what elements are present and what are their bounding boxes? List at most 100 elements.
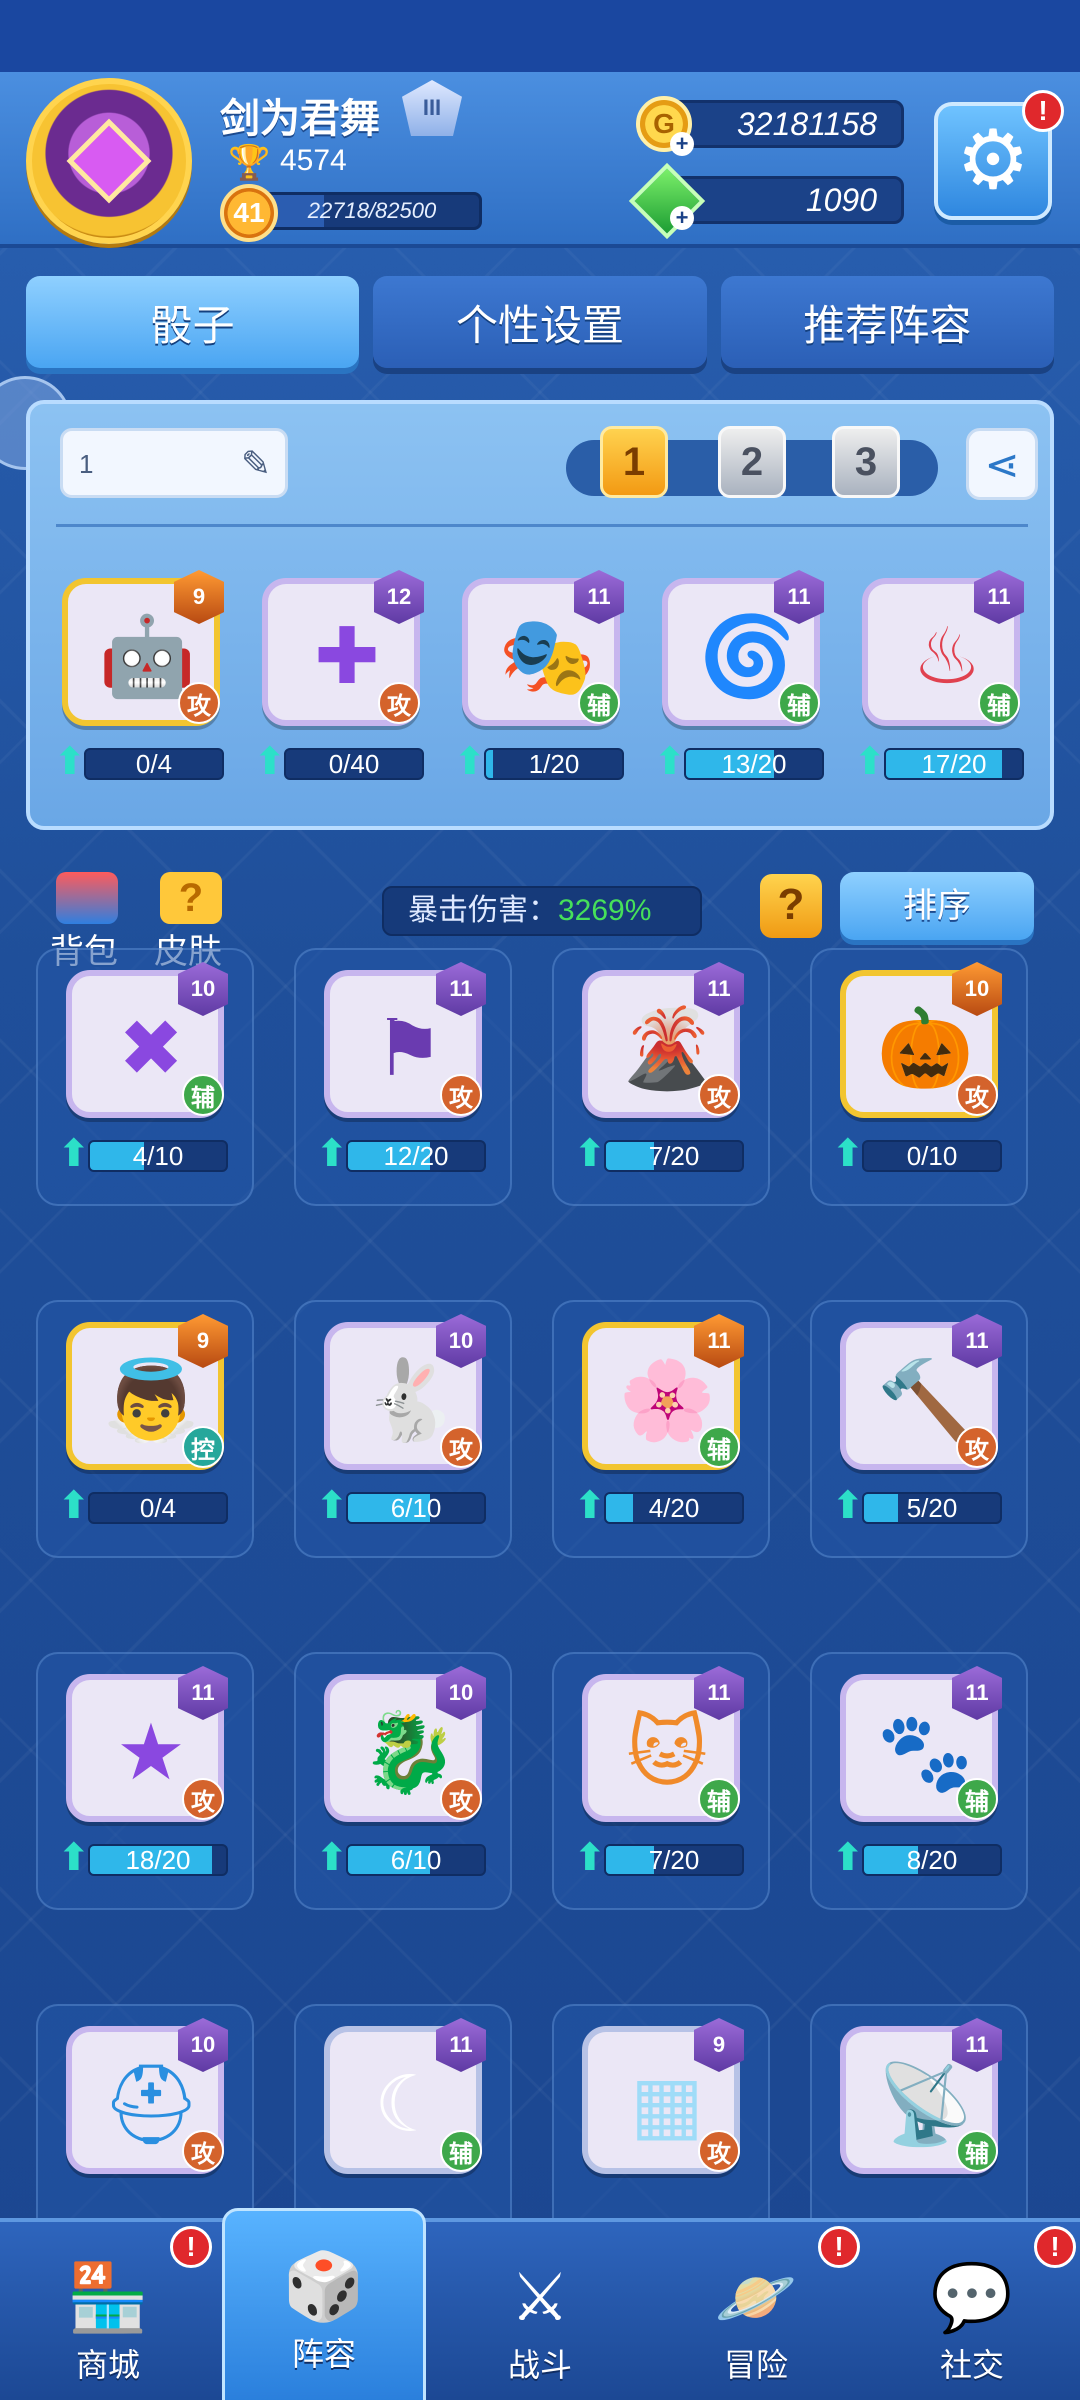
dice-card[interactable]: 🐇 10 攻 6/10 ⬆ bbox=[316, 1314, 490, 1528]
dice-type-badge: 辅 bbox=[440, 2130, 482, 2172]
upgrade-arrow-icon: ⬆ bbox=[574, 1837, 606, 1879]
dice-card[interactable]: ✚ 12 攻 0/40 ⬆ bbox=[254, 570, 428, 784]
tab-recommended-lineup[interactable]: 推荐阵容 bbox=[720, 276, 1054, 368]
dice-card[interactable]: 📡 11 辅 bbox=[832, 2018, 1006, 2232]
dice-card[interactable]: ♨ 11 辅 17/20 ⬆ bbox=[854, 570, 1028, 784]
upgrade-progress: 1/20 ⬆ bbox=[454, 741, 628, 783]
upgrade-arrow-icon: ⬆ bbox=[316, 1485, 348, 1527]
upgrade-count: 7/20 bbox=[648, 1845, 700, 1875]
nav-shop[interactable]: 🏪 商城! bbox=[0, 2222, 216, 2400]
upgrade-progress: 4/10 ⬆ bbox=[58, 1133, 232, 1175]
crit-damage-value: 3269% bbox=[558, 894, 652, 927]
trophy-count: 4574 bbox=[280, 144, 347, 177]
deck-slot-3[interactable]: 3 bbox=[832, 426, 900, 498]
dice-type-badge: 辅 bbox=[578, 682, 620, 724]
dice-card[interactable]: ⛑ 10 攻 bbox=[58, 2018, 232, 2232]
gold-counter[interactable]: 32181158 bbox=[664, 100, 904, 148]
dice-type-badge: 攻 bbox=[440, 1778, 482, 1820]
dice-card[interactable]: ✖ 10 辅 4/10 ⬆ bbox=[58, 962, 232, 1176]
upgrade-progress: 8/20 ⬆ bbox=[832, 1837, 1006, 1879]
dice-card[interactable]: 🔨 11 攻 5/20 ⬆ bbox=[832, 1314, 1006, 1528]
dice-type-badge: 攻 bbox=[956, 1426, 998, 1468]
nav-chat[interactable]: 💬 社交! bbox=[864, 2222, 1080, 2400]
dice-card[interactable]: ★ 11 攻 18/20 ⬆ bbox=[58, 1666, 232, 1880]
upgrade-progress: 0/10 ⬆ bbox=[832, 1133, 1006, 1175]
dice-icon: 🎲 bbox=[282, 2249, 366, 2323]
player-level-badge: 41 bbox=[220, 184, 278, 242]
share-deck-button[interactable]: ⋖ bbox=[966, 428, 1038, 500]
upgrade-count: 0/4 bbox=[139, 1493, 177, 1523]
help-button[interactable]: ? bbox=[760, 874, 822, 938]
player-name: 剑为君舞 bbox=[220, 97, 380, 141]
dice-type-badge: 辅 bbox=[698, 1426, 740, 1468]
upgrade-bar: 5/20 bbox=[862, 1492, 1002, 1524]
dice-card[interactable]: ⚑ 11 攻 12/20 ⬆ bbox=[316, 962, 490, 1176]
tab-dice[interactable]: 骰子 bbox=[26, 276, 360, 368]
nav-alert-badge: ! bbox=[170, 2226, 212, 2268]
dice-card[interactable]: 🐾 11 辅 8/20 ⬆ bbox=[832, 1666, 1006, 1880]
upgrade-arrow-icon: ⬆ bbox=[254, 741, 286, 783]
upgrade-count: 0/40 bbox=[328, 749, 380, 779]
planet-icon: 🪐 bbox=[714, 2260, 798, 2334]
player-avatar[interactable] bbox=[26, 78, 192, 244]
dice-type-badge: 攻 bbox=[182, 2130, 224, 2172]
upgrade-progress: 7/20 ⬆ bbox=[574, 1837, 748, 1879]
upgrade-count: 8/20 bbox=[906, 1845, 958, 1875]
dice-card[interactable]: 🌋 11 攻 7/20 ⬆ bbox=[574, 962, 748, 1176]
nav-label: 战斗 bbox=[507, 2347, 572, 2383]
dice-type-badge: 攻 bbox=[182, 1778, 224, 1820]
edit-pencil-icon[interactable]: ✎ bbox=[241, 443, 271, 485]
dice-type-badge: 控 bbox=[182, 1426, 224, 1468]
deck-slot-1[interactable]: 1 bbox=[600, 426, 668, 498]
dice-card[interactable]: 🌀 11 辅 13/20 ⬆ bbox=[654, 570, 828, 784]
upgrade-bar: 8/20 bbox=[862, 1844, 1002, 1876]
upgrade-progress: 6/10 ⬆ bbox=[316, 1485, 490, 1527]
deck-name-field[interactable]: 1 ✎ bbox=[60, 428, 288, 498]
upgrade-arrow-icon: ⬆ bbox=[654, 741, 686, 783]
dice-card[interactable]: 👼 9 控 0/4 ⬆ bbox=[58, 1314, 232, 1528]
upgrade-progress: 0/4 ⬆ bbox=[54, 741, 228, 783]
upgrade-bar: 17/20 bbox=[884, 748, 1024, 780]
upgrade-progress: 18/20 ⬆ bbox=[58, 1837, 232, 1879]
dice-card[interactable]: ▦ 9 攻 bbox=[574, 2018, 748, 2232]
dice-card[interactable]: 🎃 10 攻 0/10 ⬆ bbox=[832, 962, 1006, 1176]
upgrade-arrow-icon: ⬆ bbox=[832, 1485, 864, 1527]
add-gold-icon[interactable]: + bbox=[670, 132, 694, 156]
add-gems-icon[interactable]: + bbox=[670, 206, 694, 230]
settings-alert-badge: ! bbox=[1022, 90, 1064, 132]
tab-customize[interactable]: 个性设置 bbox=[373, 276, 707, 368]
nav-planet[interactable]: 🪐 冒险! bbox=[648, 2222, 864, 2400]
crown-gem-icon bbox=[66, 118, 152, 204]
dice-card[interactable]: 🐉 10 攻 6/10 ⬆ bbox=[316, 1666, 490, 1880]
dice-card[interactable]: 🐱 11 辅 7/20 ⬆ bbox=[574, 1666, 748, 1880]
upgrade-count: 7/20 bbox=[648, 1141, 700, 1171]
upgrade-progress: 0/4 ⬆ bbox=[58, 1485, 232, 1527]
upgrade-arrow-icon: ⬆ bbox=[54, 741, 86, 783]
dice-type-badge: 攻 bbox=[178, 682, 220, 724]
deck-slot-2[interactable]: 2 bbox=[718, 426, 786, 498]
swords-icon: ⚔ bbox=[510, 2260, 570, 2334]
nav-dice[interactable]: 🎲 阵容 bbox=[222, 2208, 426, 2400]
dice-card[interactable]: ☾ 11 辅 bbox=[316, 2018, 490, 2232]
rank-badge-icon[interactable]: III bbox=[402, 80, 462, 136]
backpack-icon bbox=[56, 872, 118, 924]
upgrade-arrow-icon: ⬆ bbox=[574, 1485, 606, 1527]
nav-swords[interactable]: ⚔ 战斗 bbox=[432, 2222, 648, 2400]
upgrade-bar: 18/20 bbox=[88, 1844, 228, 1876]
upgrade-bar: 7/20 bbox=[604, 1844, 744, 1876]
upgrade-arrow-icon: ⬆ bbox=[58, 1485, 90, 1527]
upgrade-bar: 0/10 bbox=[862, 1140, 1002, 1172]
dice-card[interactable]: 🤖 9 攻 0/4 ⬆ bbox=[54, 570, 228, 784]
sort-button[interactable]: 排序 bbox=[840, 872, 1034, 940]
status-bar bbox=[0, 0, 1080, 72]
dice-card[interactable]: 🌸 11 辅 4/20 ⬆ bbox=[574, 1314, 748, 1528]
upgrade-arrow-icon: ⬆ bbox=[574, 1133, 606, 1175]
crit-damage-display: 暴击伤害：3269% bbox=[382, 886, 702, 936]
main-tabs: 骰子 个性设置 推荐阵容 bbox=[26, 276, 1054, 368]
gem-value: 1090 bbox=[805, 182, 877, 218]
dice-card[interactable]: 🎭 11 辅 1/20 ⬆ bbox=[454, 570, 628, 784]
skins-icon: ? bbox=[160, 872, 222, 924]
upgrade-count: 6/10 bbox=[390, 1845, 442, 1875]
upgrade-progress: 6/10 ⬆ bbox=[316, 1837, 490, 1879]
dice-type-badge: 辅 bbox=[956, 1778, 998, 1820]
